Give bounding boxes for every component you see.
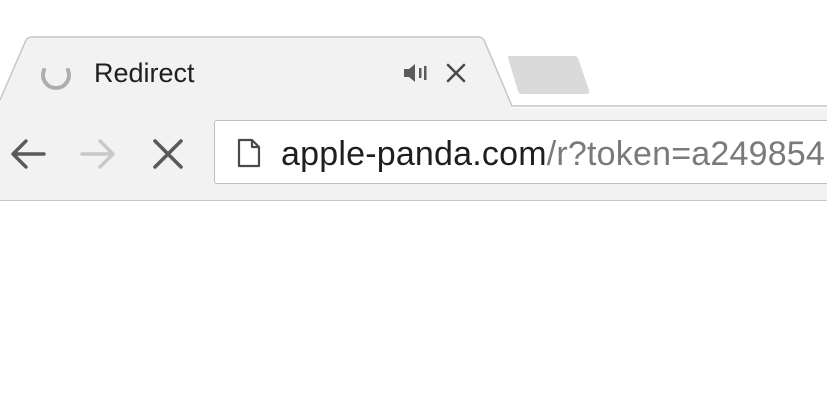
toolbar: apple-panda.com/r?token=a249854 (0, 108, 827, 201)
document-icon[interactable] (237, 138, 261, 168)
url-host: apple-panda.com (281, 135, 547, 173)
arrow-right-icon (80, 139, 115, 169)
speaker-icon[interactable] (402, 60, 430, 86)
active-tab[interactable] (0, 0, 827, 108)
tab-strip: Redirect (0, 0, 827, 108)
address-bar[interactable]: apple-panda.com/r?token=a249854 (214, 120, 827, 184)
loading-spinner-icon (41, 68, 71, 90)
back-button[interactable] (6, 132, 50, 176)
url-text[interactable]: apple-panda.com/r?token=a249854 (281, 135, 825, 173)
tab-title: Redirect (94, 58, 195, 88)
url-path: /r?token=a249854 (546, 135, 826, 173)
page-content (0, 201, 827, 408)
new-tab-button[interactable] (506, 54, 590, 96)
stop-x-icon (153, 139, 183, 169)
tab-close-button[interactable] (443, 60, 469, 86)
stop-button[interactable] (146, 132, 190, 176)
forward-button[interactable] (76, 132, 120, 176)
browser-window: Redirect apple-panda.com/r?token=a249854 (0, 0, 827, 408)
arrow-left-icon (11, 139, 46, 169)
